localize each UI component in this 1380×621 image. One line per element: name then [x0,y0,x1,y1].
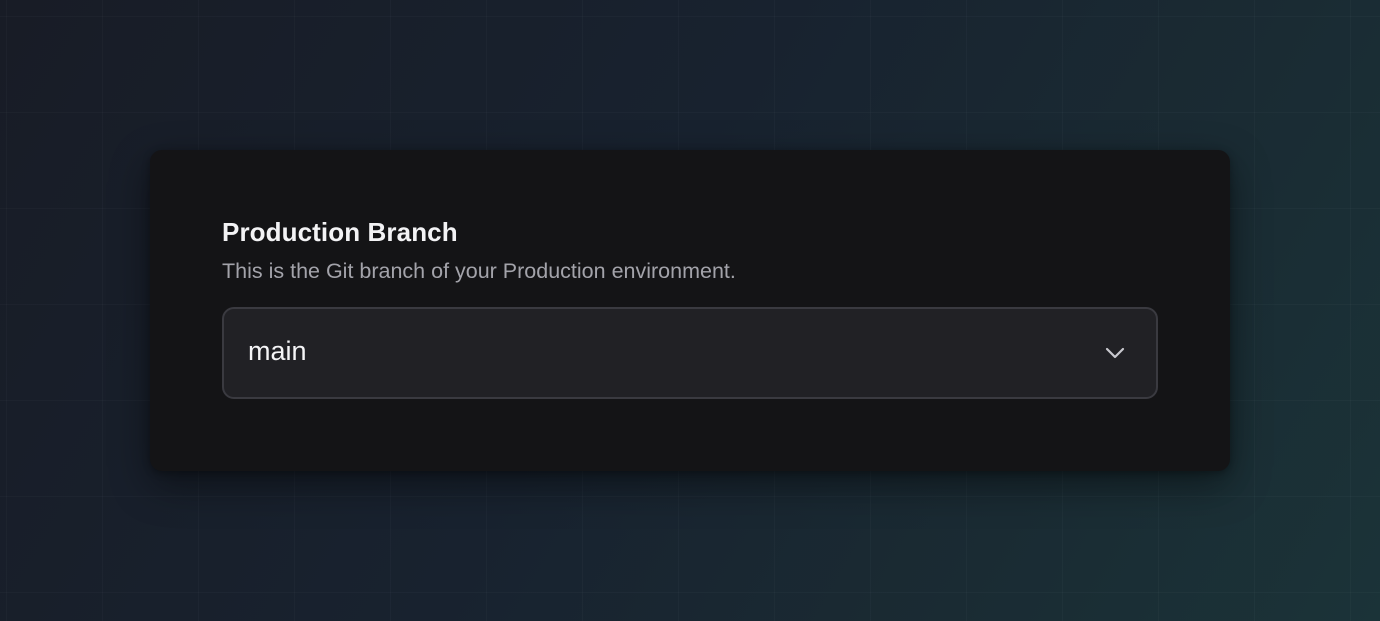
chevron-down-icon [1105,347,1125,359]
production-branch-label: Production Branch [222,217,458,247]
branch-select[interactable]: main [222,307,1158,399]
production-branch-description: This is the Git branch of your Productio… [222,259,736,283]
production-branch-card: Production Branch This is the Git branch… [150,150,1230,471]
branch-select-value: main [248,336,307,366]
